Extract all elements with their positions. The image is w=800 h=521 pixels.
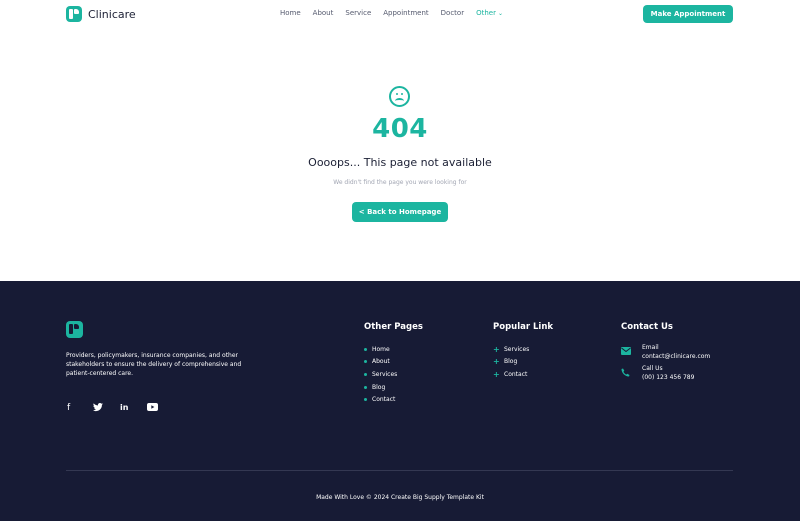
plus-icon: +: [493, 357, 500, 367]
link-label: Services: [372, 370, 398, 378]
nav-about[interactable]: About: [313, 9, 334, 17]
other-pages-heading: Other Pages: [364, 322, 423, 332]
sad-face-icon: [389, 86, 410, 107]
nav-other[interactable]: Other ⌄: [476, 9, 503, 17]
footer-description: Providers, policymakers, insurance compa…: [66, 352, 242, 377]
sad-face-right-eye: [401, 93, 403, 95]
popular-link-blog[interactable]: + Blog: [493, 356, 529, 369]
popular-link-services[interactable]: + Services: [493, 343, 529, 356]
popular-link-list: + Services + Blog + Contact: [493, 343, 529, 381]
nav-home[interactable]: Home: [280, 9, 301, 17]
bullet-dot: [364, 347, 367, 351]
site-header: Clinicare Home About Service Appointment…: [0, 0, 800, 28]
nav-other-label: Other: [476, 9, 496, 17]
other-pages-link-services[interactable]: Services: [364, 368, 397, 381]
bullet-dot: [364, 398, 367, 402]
other-pages-link-contact[interactable]: Contact: [364, 393, 397, 406]
email-label: Email: [642, 344, 659, 351]
link-label: Blog: [372, 383, 386, 391]
twitter-icon[interactable]: [93, 403, 103, 415]
brand-logo[interactable]: Clinicare: [66, 6, 136, 22]
bullet-dot: [364, 360, 367, 364]
email-icon: [621, 343, 631, 361]
other-pages-link-about[interactable]: About: [364, 356, 397, 369]
sad-face-left-eye: [396, 93, 398, 95]
error-section: 404 Oooops... This page not available We…: [0, 28, 800, 281]
error-code: 404: [372, 114, 428, 144]
copyright-text: Made With Love © 2024 Create Big Supply …: [316, 494, 484, 501]
phone-icon: [621, 364, 631, 382]
link-label: Services: [504, 345, 530, 353]
chevron-down-icon: ⌄: [497, 10, 503, 17]
link-label: Home: [372, 345, 390, 353]
nav-doctor[interactable]: Doctor: [441, 9, 464, 17]
other-pages-link-home[interactable]: Home: [364, 343, 397, 356]
contact-email-text: Email contact@clinicare.com: [642, 343, 710, 361]
make-appointment-button[interactable]: Make Appointment: [643, 5, 733, 23]
contact-phone-text: Call Us (00) 123 456 789: [642, 364, 694, 382]
bullet-dot: [364, 372, 367, 376]
other-pages-link-blog[interactable]: Blog: [364, 381, 397, 394]
youtube-icon[interactable]: [147, 403, 158, 414]
site-footer: Providers, policymakers, insurance compa…: [0, 281, 800, 521]
link-label: About: [372, 358, 390, 366]
plus-icon: +: [493, 369, 500, 379]
footer-divider: [66, 470, 733, 471]
footer-logo-icon[interactable]: [66, 321, 83, 338]
contact-email: Email contact@clinicare.com: [621, 343, 710, 361]
sad-face-mouth: [395, 98, 404, 104]
nav-service[interactable]: Service: [345, 9, 371, 17]
email-value[interactable]: contact@clinicare.com: [642, 352, 710, 361]
error-title: Oooops... This page not available: [308, 156, 492, 169]
plus-icon: +: [493, 344, 500, 354]
contact-us-heading: Contact Us: [621, 322, 673, 332]
bullet-dot: [364, 385, 367, 389]
popular-link-contact[interactable]: + Contact: [493, 368, 529, 381]
brand-name: Clinicare: [88, 7, 136, 21]
linkedin-icon[interactable]: in: [120, 403, 128, 412]
back-to-homepage-button[interactable]: < Back to Homepage: [352, 202, 448, 222]
clinicare-logo-icon: [66, 6, 82, 22]
nav-appointment[interactable]: Appointment: [383, 9, 428, 17]
popular-link-heading: Popular Link: [493, 322, 554, 332]
main-nav: Home About Service Appointment Doctor Ot…: [280, 9, 515, 17]
link-label: Contact: [504, 370, 528, 378]
other-pages-list: Home About Services Blog Contact: [364, 343, 397, 406]
contact-phone: Call Us (00) 123 456 789: [621, 364, 694, 382]
link-label: Blog: [504, 358, 518, 366]
link-label: Contact: [372, 396, 396, 404]
phone-label: Call Us: [642, 365, 663, 372]
facebook-icon[interactable]: f: [67, 403, 70, 413]
phone-value[interactable]: (00) 123 456 789: [642, 373, 694, 382]
error-subtitle: We didn't find the page you were looking…: [333, 179, 467, 186]
